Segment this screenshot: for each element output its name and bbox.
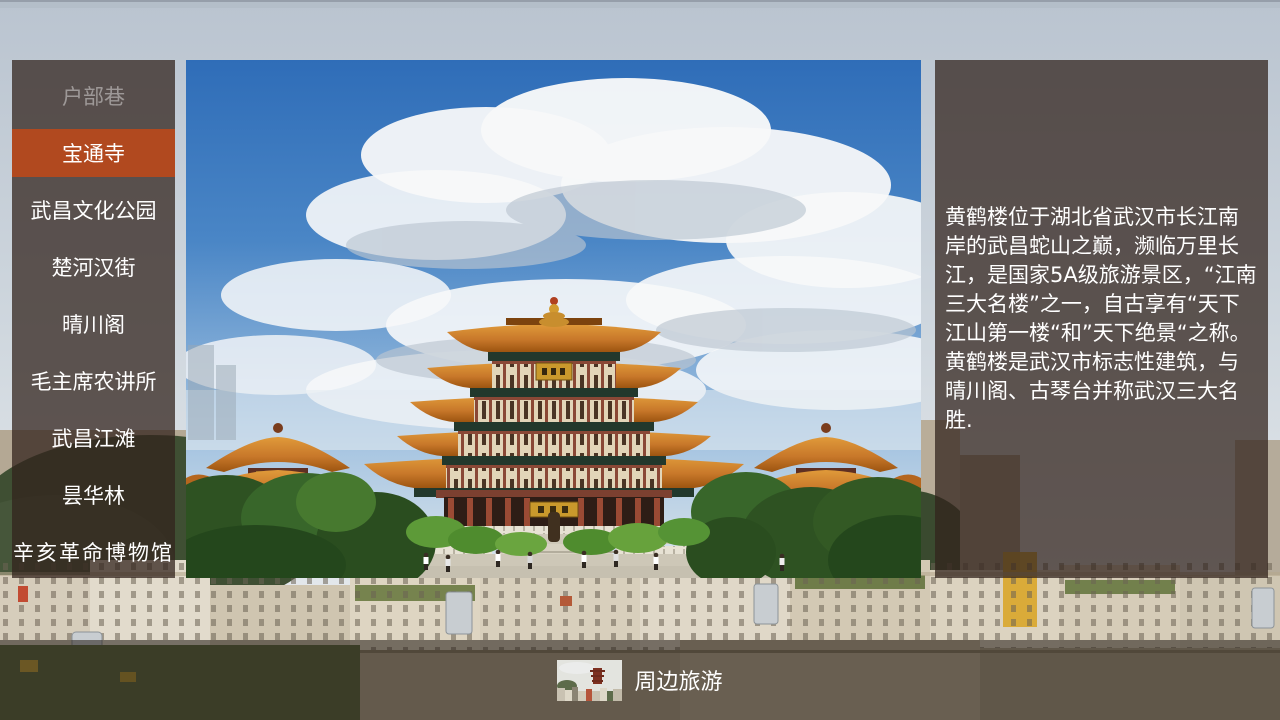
sidebar-item-mao-lecture-institute[interactable]: 毛主席农讲所	[12, 357, 175, 405]
sidebar-item-wuchang-culture-park[interactable]: 武昌文化公园	[12, 186, 175, 234]
sidebar-item-chuhe-hanjie[interactable]: 楚河汉街	[12, 243, 175, 291]
poi-description-text: 黄鹤楼位于湖北省武汉市长江南岸的武昌蛇山之巅，濒临万里长江，是国家5A级旅游景区…	[945, 203, 1258, 435]
nearby-tourism-label: 周边旅游	[634, 664, 722, 696]
poi-sidebar-list: 户部巷 宝通寺 武昌文化公园 楚河汉街 晴川阁 毛主席农讲所 武昌江滩 昙华林 …	[12, 60, 175, 578]
sidebar-item-wuchang-riverbank[interactable]: 武昌江滩	[12, 414, 175, 462]
sidebar-item-tanhualin[interactable]: 昙华林	[12, 471, 175, 519]
nearby-thumbnail-image	[557, 660, 622, 701]
sidebar-item-xinhai-museum[interactable]: 辛亥革命博物馆	[12, 528, 175, 576]
sidebar-item-baotongsi[interactable]: 宝通寺	[12, 129, 175, 177]
poi-detail-panel: 黄鹤楼位于湖北省武汉市长江南岸的武昌蛇山之巅，濒临万里长江，是国家5A级旅游景区…	[935, 60, 1268, 578]
nearby-tourism-button[interactable]: 周边旅游	[557, 660, 722, 701]
sidebar-item-hubuxiang[interactable]: 户部巷	[12, 72, 175, 120]
sidebar-item-qingchuange[interactable]: 晴川阁	[12, 300, 175, 348]
yellow-crane-tower-photo	[186, 60, 921, 578]
bottom-bar: 周边旅游	[0, 640, 1280, 720]
